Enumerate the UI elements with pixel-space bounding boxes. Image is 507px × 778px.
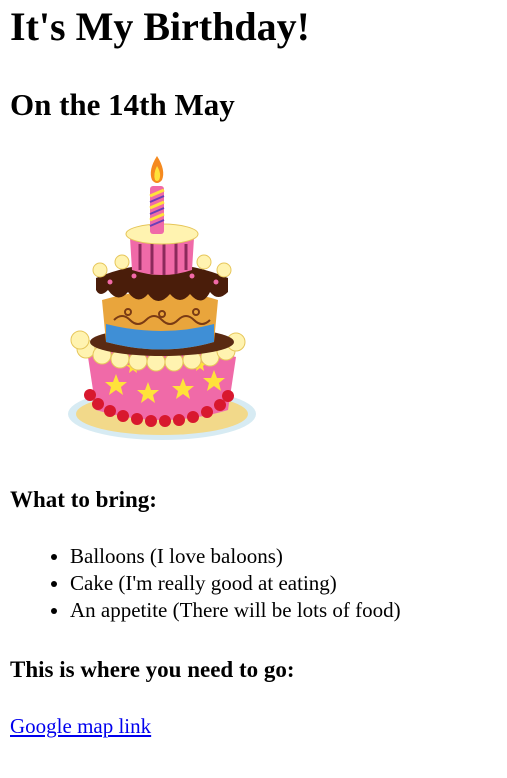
page: It's My Birthday! On the 14th May What t… xyxy=(0,0,507,778)
birthday-cake-image xyxy=(58,152,264,455)
list-item: An appetite (There will be lots of food) xyxy=(70,597,507,624)
birthday-cake-icon xyxy=(68,156,256,440)
bring-list: Balloons (I love baloons) Cake (I'm real… xyxy=(30,543,507,624)
what-to-bring-heading: What to bring: xyxy=(10,487,157,512)
list-item: Balloons (I love baloons) xyxy=(70,543,507,570)
directions-heading: This is where you need to go: xyxy=(10,657,295,682)
page-subtitle: On the 14th May xyxy=(10,87,235,122)
google-map-link[interactable]: Google map link xyxy=(10,712,151,740)
list-item: Cake (I'm really good at eating) xyxy=(70,570,507,597)
page-title: It's My Birthday! xyxy=(10,4,310,49)
